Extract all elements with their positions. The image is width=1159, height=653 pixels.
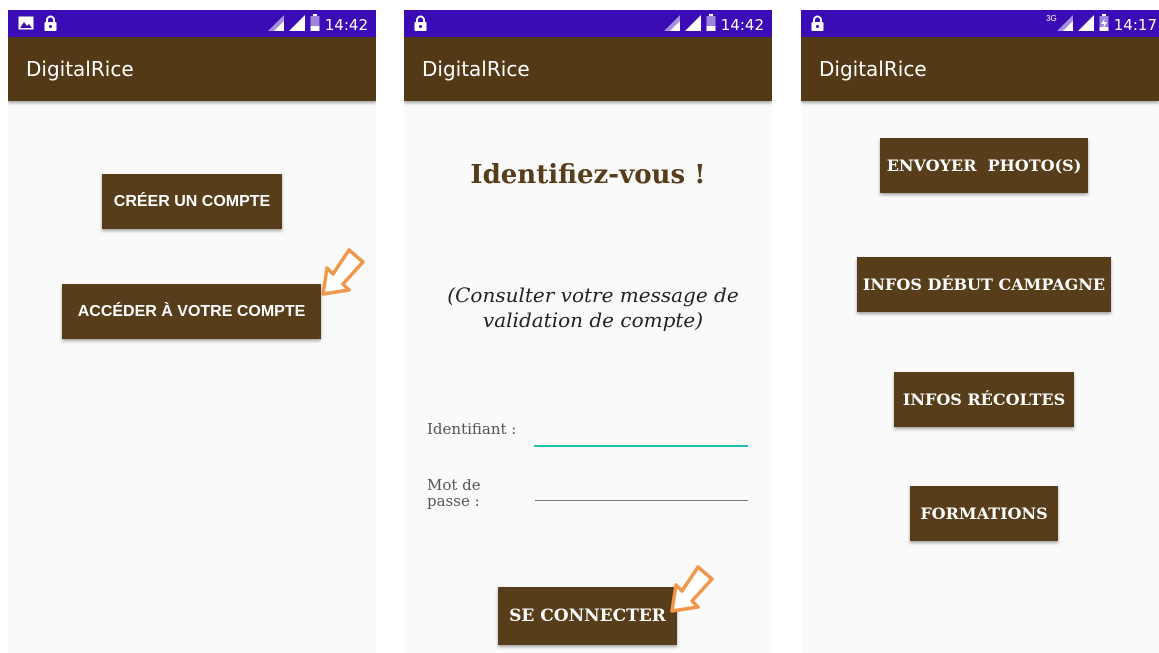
access-account-button[interactable]: ACCÉDER À VOTRE COMPTE: [62, 284, 321, 339]
password-label: Mot de passe :: [427, 476, 481, 510]
status-bar: 14:42: [8, 10, 376, 37]
app-title: DigitalRice: [422, 57, 530, 81]
harvest-info-button[interactable]: INFOS RÉCOLTES: [894, 372, 1074, 427]
connect-button[interactable]: SE CONNECTER: [498, 587, 677, 645]
login-heading: Identifiez-vous !: [470, 160, 706, 190]
trainings-button[interactable]: FORMATIONS: [910, 486, 1058, 541]
screen-menu: 3G 14:17 DigitalRice ENVOYER PHOTO(S) IN…: [801, 10, 1159, 653]
status-bar: 3G 14:17: [801, 10, 1159, 37]
network-type: 3G: [1046, 14, 1057, 23]
send-photos-button[interactable]: ENVOYER PHOTO(S): [880, 138, 1088, 193]
screen-home: 14:42 DigitalRice CRÉER UN COMPTE ACCÉDE…: [8, 10, 376, 653]
app-title: DigitalRice: [819, 57, 927, 81]
status-time: 14:17: [1113, 16, 1157, 34]
battery-icon: [706, 14, 716, 36]
battery-icon: [310, 14, 320, 36]
status-bar: 14:42: [404, 10, 772, 37]
status-time: 14:42: [324, 16, 368, 34]
signal-icon: [663, 14, 680, 36]
campaign-start-info-button[interactable]: INFOS DÉBUT CAMPAGNE: [857, 257, 1111, 312]
login-field[interactable]: [534, 419, 748, 447]
signal-icon: [1056, 14, 1073, 36]
battery-charging-icon: [1099, 14, 1109, 36]
lock-icon: [414, 15, 427, 36]
lock-icon: [44, 15, 57, 36]
app-title: DigitalRice: [26, 57, 134, 81]
screen-login: 14:42 DigitalRice Identifiez-vous ! (Con…: [404, 10, 772, 653]
app-bar: DigitalRice: [404, 37, 772, 101]
arrow-annotation-icon: [321, 248, 365, 296]
signal-icon: [1077, 14, 1094, 36]
lock-icon: [811, 15, 824, 36]
signal-icon: [288, 14, 305, 36]
password-field[interactable]: [535, 474, 748, 501]
create-account-button[interactable]: CRÉER UN COMPTE: [102, 174, 282, 229]
signal-icon: [684, 14, 701, 36]
signal-icon: [267, 14, 284, 36]
app-bar: DigitalRice: [8, 37, 376, 101]
validation-note: (Consulter votre message de validation d…: [447, 283, 739, 332]
status-time: 14:42: [720, 16, 764, 34]
app-bar: DigitalRice: [801, 37, 1159, 101]
login-label: Identifiant :: [427, 420, 517, 438]
arrow-annotation-icon: [670, 565, 714, 613]
image-icon: [18, 16, 34, 35]
